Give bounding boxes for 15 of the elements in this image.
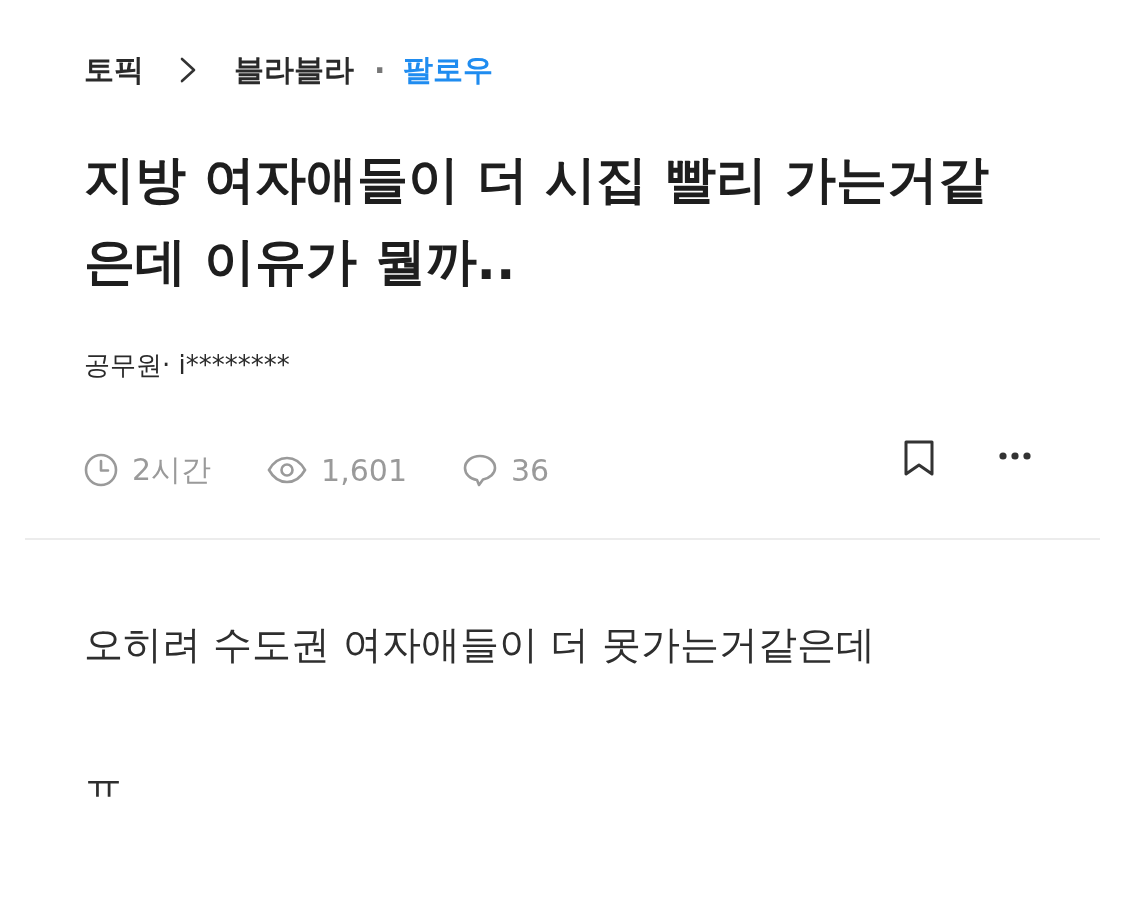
time-count: 2시간 — [132, 450, 212, 489]
author-line: 공무원· i******** — [84, 349, 290, 382]
separator-dot: · — [374, 52, 386, 88]
views-count: 1,601 — [321, 452, 407, 488]
clock-icon — [84, 453, 118, 487]
speech-bubble-icon — [463, 453, 497, 487]
comments-count: 36 — [511, 452, 550, 488]
bookmark-icon[interactable] — [903, 440, 935, 476]
topic-link[interactable]: 토픽 — [84, 49, 144, 91]
chevron-right-icon — [178, 57, 198, 83]
body-paragraph: ㅠ — [84, 758, 123, 804]
post-title: 지방 여자애들이 더 시집 빨리 가는거같은데 이유가 뭘까.. — [84, 149, 990, 293]
body-paragraph: 오히려 수도권 여자애들이 더 못가는거같은데 — [84, 622, 875, 668]
board-link[interactable]: 블라블라 — [234, 49, 354, 91]
more-dots-icon[interactable] — [999, 451, 1031, 461]
